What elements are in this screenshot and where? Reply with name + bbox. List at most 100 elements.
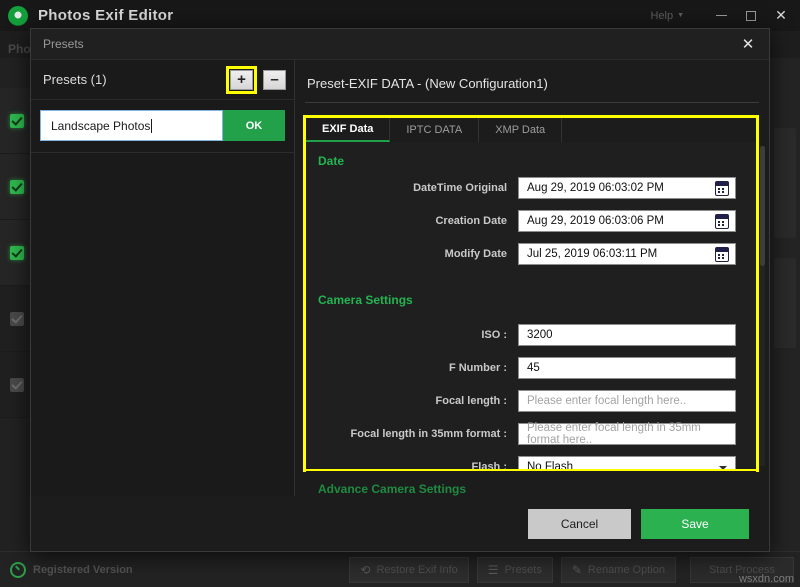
- checkbox-checked-icon[interactable]: [10, 114, 24, 128]
- iso-value: 3200: [527, 329, 553, 341]
- restore-exif-info-button[interactable]: ⟲ Restore Exif Info: [349, 557, 468, 583]
- camera-settings-fields: ISO : 3200 F Number : 45 F: [306, 307, 756, 469]
- list-item[interactable]: [0, 88, 34, 154]
- camera-settings-heading: Camera Settings: [306, 293, 756, 307]
- dialog-footer: Cancel Save: [31, 496, 769, 551]
- iso-input[interactable]: 3200: [518, 324, 736, 346]
- dialog-close-button[interactable]: ✕: [727, 29, 769, 60]
- field-row-modify-date: Modify Date Jul 25, 2019 06:03:11 PM: [306, 241, 756, 267]
- tab-xmp-data[interactable]: XMP Data: [479, 118, 562, 142]
- list-item[interactable]: [0, 154, 34, 220]
- calendar-icon[interactable]: [715, 181, 729, 196]
- save-button[interactable]: Save: [641, 509, 749, 539]
- presets-pane: Presets (1) + – Landscape Photos OK: [31, 60, 295, 496]
- modify-date-value: Jul 25, 2019 06:03:11 PM: [527, 248, 657, 260]
- focal-length-label: Focal length :: [306, 395, 518, 407]
- focal-length-input[interactable]: Please enter focal length here..: [518, 390, 736, 412]
- flash-select[interactable]: No Flash: [518, 456, 736, 469]
- config-title: Preset-EXIF DATA - (New Configuration1): [295, 60, 769, 91]
- divider: [305, 102, 759, 103]
- field-row-flash: Flash : No Flash: [306, 454, 756, 469]
- modify-date-label: Modify Date: [306, 248, 518, 260]
- creation-date-label: Creation Date: [306, 215, 518, 227]
- field-row-creation-date: Creation Date Aug 29, 2019 06:03:06 PM: [306, 208, 756, 234]
- remove-preset-button[interactable]: –: [263, 70, 286, 90]
- field-row-datetime-original: DateTime Original Aug 29, 2019 06:03:02 …: [306, 175, 756, 201]
- camera-settings-section: Camera Settings ISO : 3200 F Number : 45: [306, 267, 756, 469]
- list-item[interactable]: [0, 352, 34, 418]
- tab-iptc-data[interactable]: IPTC DATA: [390, 118, 479, 142]
- status-bar: Registered Version ⟲ Restore Exif Info ☰…: [0, 551, 800, 587]
- focal-length-35mm-placeholder: Please enter focal length in 35mm format…: [527, 422, 735, 446]
- minimize-icon: [716, 15, 727, 16]
- focal-length-placeholder: Please enter focal length here..: [527, 395, 686, 407]
- watermark: wsxdn.com: [739, 573, 794, 585]
- add-preset-button[interactable]: +: [230, 70, 253, 90]
- dialog-body: Presets (1) + – Landscape Photos OK: [31, 60, 769, 496]
- cancel-button[interactable]: Cancel: [528, 509, 631, 539]
- presets-button-label: Presets: [505, 564, 542, 576]
- app-logo-icon: [8, 6, 28, 26]
- scrollbar-thumb[interactable]: [760, 146, 765, 266]
- checkbox-unchecked-icon[interactable]: [10, 378, 24, 392]
- presets-header: Presets (1) + –: [31, 60, 294, 100]
- field-row-focal-length: Focal length : Please enter focal length…: [306, 388, 756, 414]
- list-divider: [31, 152, 294, 153]
- close-window-button[interactable]: ✕: [766, 0, 796, 31]
- field-row-focal-length-35mm: Focal length in 35mm format : Please ent…: [306, 421, 756, 447]
- registered-check-icon: [10, 562, 26, 578]
- list-item[interactable]: [0, 220, 34, 286]
- field-row-iso: ISO : 3200: [306, 322, 756, 348]
- rename-option-label: Rename Option: [588, 564, 665, 576]
- checkbox-checked-icon[interactable]: [10, 246, 24, 260]
- calendar-icon[interactable]: [715, 214, 729, 229]
- advance-camera-settings-heading: Advance Camera Settings: [306, 482, 466, 496]
- registered-version-label: Registered Version: [33, 564, 133, 576]
- field-row-f-number: F Number : 45: [306, 355, 756, 381]
- text-caret: [151, 119, 152, 133]
- help-menu[interactable]: Help ▼: [650, 10, 684, 22]
- focal-length-35mm-label: Focal length in 35mm format :: [306, 428, 518, 440]
- tab-exif-data[interactable]: EXIF Data: [306, 118, 390, 142]
- restore-exif-info-label: Restore Exif Info: [376, 564, 457, 576]
- form-scrollbar[interactable]: [760, 146, 765, 466]
- preset-name-value: Landscape Photos: [51, 119, 150, 133]
- flash-value: No Flash: [527, 461, 573, 469]
- minimize-button[interactable]: [706, 0, 736, 31]
- tab-filler: [562, 118, 756, 142]
- f-number-input[interactable]: 45: [518, 357, 736, 379]
- focal-length-35mm-input[interactable]: Please enter focal length in 35mm format…: [518, 423, 736, 445]
- presets-count-label: Presets (1): [43, 72, 107, 87]
- iso-label: ISO :: [306, 329, 518, 341]
- list-item[interactable]: [0, 286, 34, 352]
- funnel-icon: ☰: [488, 563, 499, 577]
- presets-button[interactable]: ☰ Presets: [477, 557, 553, 583]
- chevron-down-icon[interactable]: [719, 466, 727, 469]
- creation-date-value: Aug 29, 2019 06:03:06 PM: [527, 215, 664, 227]
- statusbar-actions: ⟲ Restore Exif Info ☰ Presets ✎ Rename O…: [341, 557, 800, 583]
- exif-form-panel: Date DateTime Original Aug 29, 2019 06:0…: [306, 142, 756, 469]
- calendar-icon[interactable]: [715, 247, 729, 262]
- restore-icon: ⟲: [360, 563, 370, 577]
- presets-actions: + –: [226, 66, 286, 94]
- modify-date-input[interactable]: Jul 25, 2019 06:03:11 PM: [518, 243, 736, 265]
- date-section-heading: Date: [306, 154, 756, 168]
- panel-block: [774, 128, 796, 238]
- panel-block: [774, 258, 796, 348]
- app-titlebar: Photos Exif Editor Help ▼ ✕: [0, 0, 800, 31]
- preset-ok-button[interactable]: OK: [223, 110, 285, 141]
- background-right-panel: [770, 58, 800, 551]
- maximize-button[interactable]: [736, 0, 766, 31]
- preset-name-input[interactable]: Landscape Photos: [40, 110, 223, 141]
- checkbox-checked-icon[interactable]: [10, 180, 24, 194]
- rename-option-button[interactable]: ✎ Rename Option: [561, 557, 676, 583]
- date-section: Date DateTime Original Aug 29, 2019 06:0…: [306, 142, 756, 267]
- checkbox-unchecked-icon[interactable]: [10, 312, 24, 326]
- add-preset-highlight: +: [226, 66, 257, 94]
- dialog-title: Presets: [43, 37, 84, 51]
- creation-date-input[interactable]: Aug 29, 2019 06:03:06 PM: [518, 210, 736, 232]
- window-controls: Help ▼ ✕: [650, 0, 800, 31]
- background-photo-list: [0, 58, 34, 551]
- f-number-label: F Number :: [306, 362, 518, 374]
- datetime-original-input[interactable]: Aug 29, 2019 06:03:02 PM: [518, 177, 736, 199]
